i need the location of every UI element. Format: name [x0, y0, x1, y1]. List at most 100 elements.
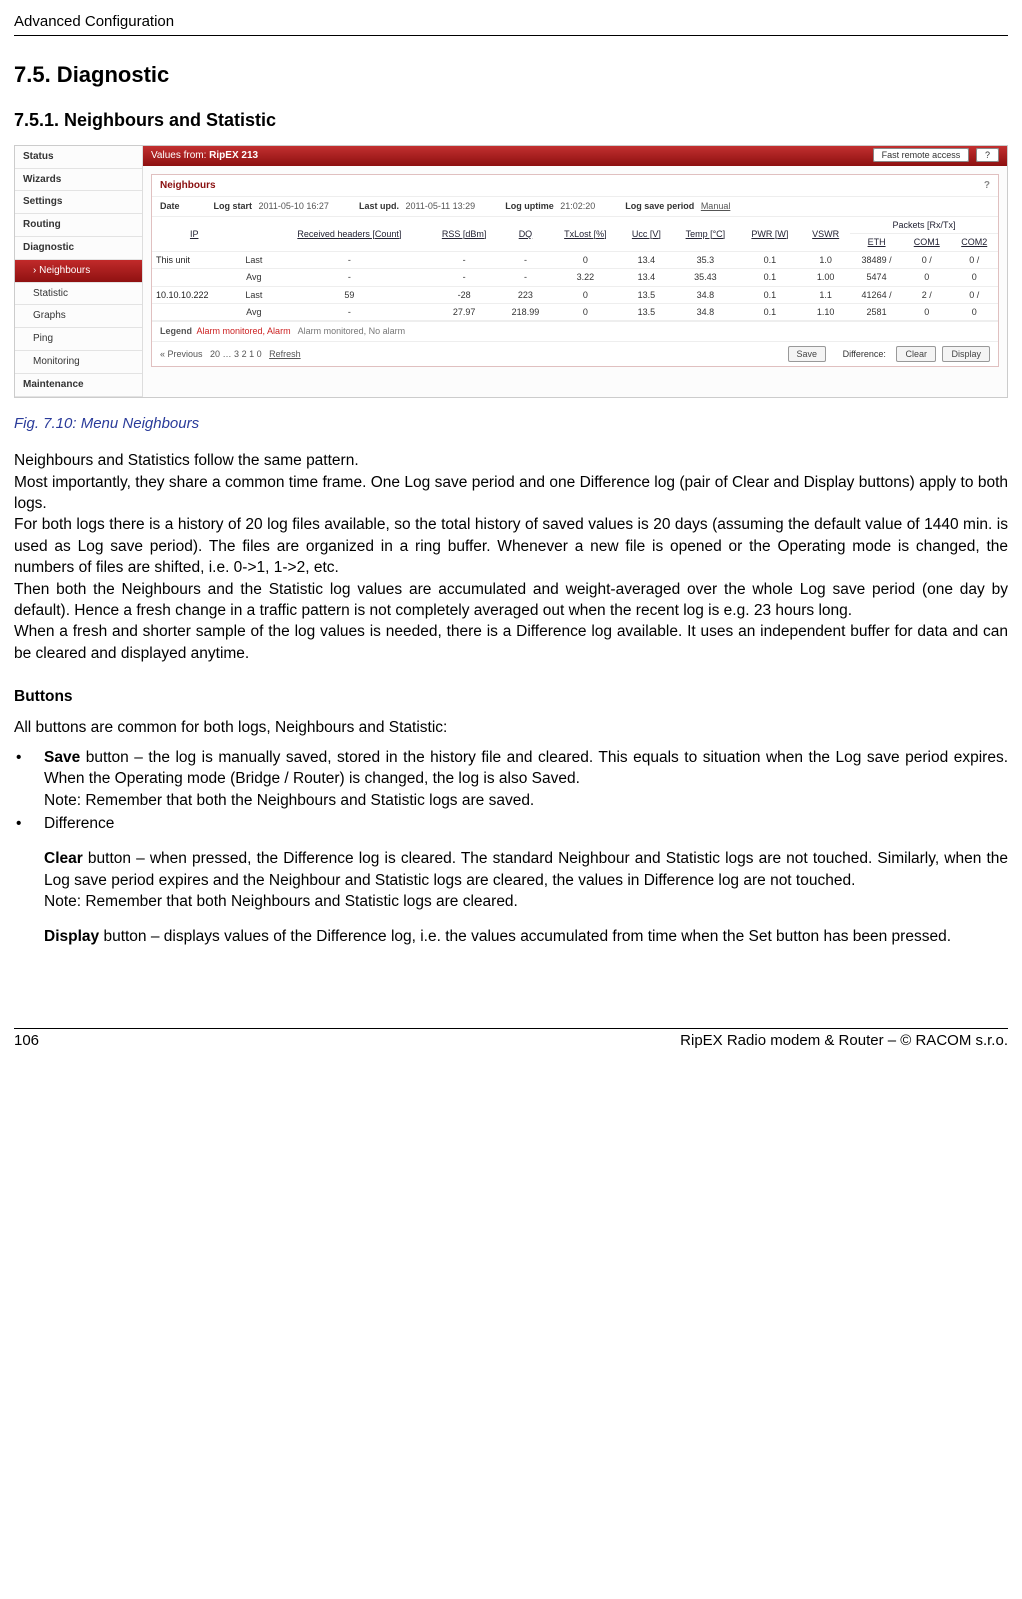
difference-label: Difference:: [843, 349, 886, 359]
sidebar-item-neighbours[interactable]: › Neighbours: [15, 260, 142, 283]
refresh-link[interactable]: Refresh: [269, 349, 301, 359]
panel-title: Neighbours ?: [152, 175, 998, 198]
col-temp[interactable]: Temp [°C]: [672, 217, 738, 251]
table-cell: -: [271, 269, 427, 286]
log-meta-bar: Date Log start 2011-05-10 16:27 Last upd…: [152, 197, 998, 216]
save-button[interactable]: Save: [788, 346, 827, 362]
sidebar-item-status[interactable]: Status: [15, 146, 142, 169]
col-txlost[interactable]: TxLost [%]: [550, 217, 620, 251]
save-term: Save: [44, 749, 80, 766]
table-cell: 0 /: [903, 251, 950, 268]
paragraph: When a fresh and shorter sample of the l…: [14, 621, 1008, 664]
sidebar-item-statistic[interactable]: Statistic: [15, 283, 142, 306]
table-cell: 1.1: [801, 286, 850, 303]
last-upd-value: 2011-05-11 13:29: [405, 201, 475, 211]
log-save-period-value[interactable]: Manual: [701, 201, 731, 211]
sidebar-item-wizards[interactable]: Wizards: [15, 169, 142, 192]
log-save-period-label: Log save period: [625, 201, 694, 211]
table-cell: This unit: [152, 251, 236, 268]
table-cell: -: [427, 251, 500, 268]
table-cell: 38489 /: [850, 251, 903, 268]
table-cell: 13.4: [621, 251, 673, 268]
table-cell: Last: [236, 251, 271, 268]
sidebar: Status Wizards Settings Routing Diagnost…: [15, 146, 143, 397]
clear-button[interactable]: Clear: [896, 346, 936, 362]
help-button[interactable]: ?: [976, 148, 999, 162]
col-pwr[interactable]: PWR [W]: [739, 217, 802, 251]
table-cell: 223: [501, 286, 551, 303]
col-received-headers[interactable]: Received headers [Count]: [271, 217, 427, 251]
values-from-label: Values from:: [151, 150, 206, 161]
date-label: Date: [160, 201, 180, 211]
page-numbers[interactable]: 20 … 3 2 1 0: [210, 349, 262, 359]
table-cell: 0: [950, 269, 998, 286]
col-packets-group: Packets [Rx/Tx]: [850, 217, 998, 234]
legend-bar: Legend Alarm monitored, Alarm Alarm moni…: [152, 321, 998, 340]
log-start-value: 2011-05-10 16:27: [259, 201, 329, 211]
list-item: Difference Clear button – when pressed, …: [14, 813, 1008, 948]
table-cell: 13.4: [621, 269, 673, 286]
table-cell: 0 /: [950, 286, 998, 303]
table-cell: 0.1: [739, 303, 802, 320]
main-pane: Values from: RipEX 213 Fast remote acces…: [143, 146, 1007, 397]
col-ucc[interactable]: Ucc [V]: [621, 217, 673, 251]
col-com2[interactable]: COM2: [950, 234, 998, 251]
table-cell: Avg: [236, 269, 271, 286]
table-cell: 0: [550, 251, 620, 268]
table-cell: 35.3: [672, 251, 738, 268]
table-cell: 0.1: [739, 251, 802, 268]
paragraph: Most importantly, they share a common ti…: [14, 472, 1008, 515]
save-desc: button – the log is manually saved, stor…: [44, 749, 1008, 787]
table-cell: -28: [427, 286, 500, 303]
table-cell: 1.0: [801, 251, 850, 268]
col-rss[interactable]: RSS [dBm]: [427, 217, 500, 251]
footer-doc-title: RipEX Radio modem & Router – © RACOM s.r…: [680, 1031, 1008, 1052]
buttons-subheading: Buttons: [14, 686, 1008, 707]
panel-help-icon[interactable]: ?: [984, 179, 990, 193]
legend-alarm-monitored-no-alarm: Alarm monitored, No alarm: [298, 326, 406, 336]
table-cell: 34.8: [672, 303, 738, 320]
table-cell: 0: [903, 269, 950, 286]
previous-link[interactable]: « Previous: [160, 349, 203, 359]
table-cell: [152, 269, 236, 286]
neighbours-panel: Neighbours ? Date Log start 2011-05-10 1…: [151, 174, 999, 367]
table-cell: 41264 /: [850, 286, 903, 303]
table-cell: 0: [950, 303, 998, 320]
table-cell: Last: [236, 286, 271, 303]
panel-footer-controls: « Previous 20 … 3 2 1 0 Refresh Save Dif…: [152, 341, 998, 366]
page-footer: 106 RipEX Radio modem & Router – © RACOM…: [14, 1028, 1008, 1052]
panel-title-text: Neighbours: [160, 180, 216, 191]
sidebar-item-graphs[interactable]: Graphs: [15, 305, 142, 328]
table-cell: 1.00: [801, 269, 850, 286]
paragraph: For both logs there is a history of 20 l…: [14, 514, 1008, 578]
legend-label: Legend: [160, 326, 192, 336]
sidebar-item-ping[interactable]: Ping: [15, 328, 142, 351]
col-ip[interactable]: IP: [152, 217, 236, 251]
table-cell: 34.8: [672, 286, 738, 303]
sidebar-item-monitoring[interactable]: Monitoring: [15, 351, 142, 374]
body-text: Neighbours and Statistics follow the sam…: [14, 450, 1008, 664]
fast-remote-access-button[interactable]: Fast remote access: [873, 148, 970, 162]
clear-note: Note: Remember that both Neighbours and …: [44, 893, 518, 910]
display-button[interactable]: Display: [942, 346, 990, 362]
table-cell: -: [271, 251, 427, 268]
sidebar-item-settings[interactable]: Settings: [15, 191, 142, 214]
save-note: Note: Remember that both the Neighbours …: [44, 792, 534, 809]
table-cell: -: [271, 303, 427, 320]
log-uptime-label: Log uptime: [505, 201, 554, 211]
footer-page-number: 106: [14, 1031, 39, 1052]
log-start-label: Log start: [214, 201, 253, 211]
sidebar-item-routing[interactable]: Routing: [15, 214, 142, 237]
title-bar: Values from: RipEX 213 Fast remote acces…: [143, 146, 1007, 166]
col-vswr[interactable]: VSWR: [801, 217, 850, 251]
sidebar-item-maintenance[interactable]: Maintenance: [15, 374, 142, 397]
col-com1[interactable]: COM1: [903, 234, 950, 251]
neighbours-table: IP Received headers [Count] RSS [dBm] DQ…: [152, 217, 998, 321]
col-dq[interactable]: DQ: [501, 217, 551, 251]
col-eth[interactable]: ETH: [850, 234, 903, 251]
display-term: Display: [44, 928, 99, 945]
paragraph: Then both the Neighbours and the Statist…: [14, 579, 1008, 622]
sidebar-item-diagnostic[interactable]: Diagnostic: [15, 237, 142, 260]
buttons-intro: All buttons are common for both logs, Ne…: [14, 717, 1008, 738]
sidebar-item-label: Neighbours: [39, 265, 90, 276]
